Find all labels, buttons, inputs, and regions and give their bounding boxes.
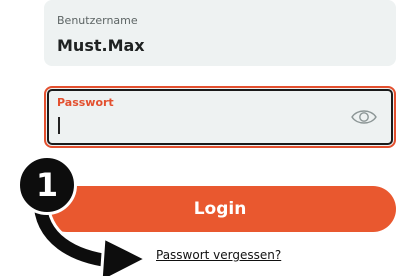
username-value[interactable]: Must.Max — [57, 36, 145, 55]
username-field[interactable]: Benutzername Must.Max — [44, 0, 396, 66]
step-number-badge: 1 — [17, 155, 77, 215]
login-button-label: Login — [193, 199, 247, 219]
username-label: Benutzername — [57, 14, 138, 27]
login-form: Benutzername Must.Max Passwort Login Pas… — [0, 0, 403, 276]
login-button[interactable]: Login — [44, 186, 396, 232]
eye-icon[interactable] — [350, 106, 378, 128]
forgot-password-link[interactable]: Passwort vergessen? — [156, 248, 281, 262]
step-number: 1 — [35, 166, 59, 204]
password-field[interactable]: Passwort — [44, 86, 396, 148]
text-caret — [58, 117, 60, 134]
password-label: Passwort — [57, 96, 114, 109]
